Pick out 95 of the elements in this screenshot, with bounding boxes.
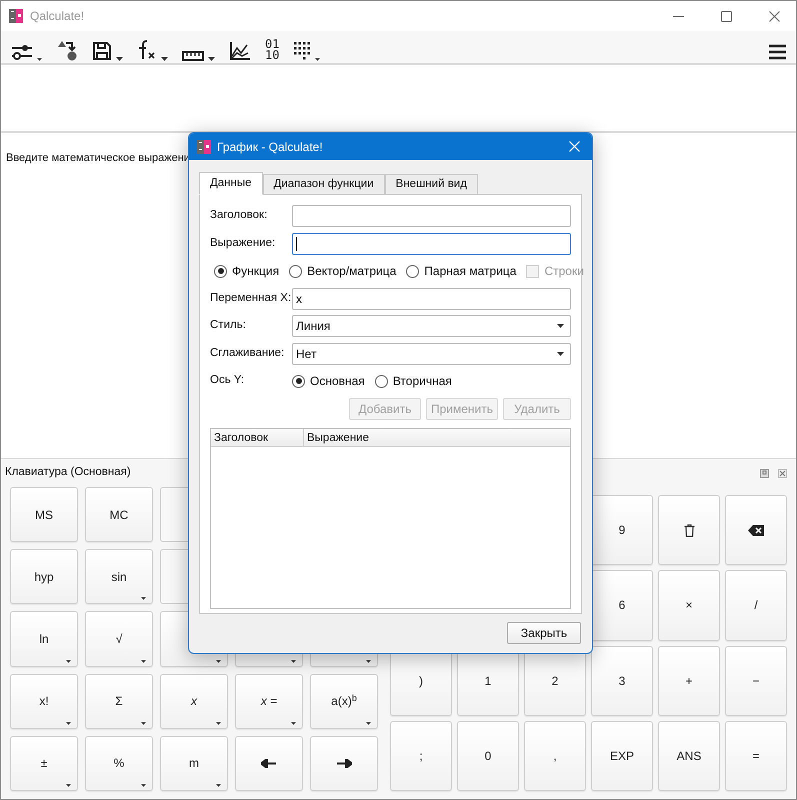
ruler-icon — [182, 51, 204, 61]
keypad-key[interactable]: × — [658, 570, 720, 640]
binary-digits-icon: 01 10 — [265, 39, 280, 61]
close-icon[interactable] — [778, 468, 787, 478]
menu-icon — [768, 43, 788, 61]
caret-icon — [216, 660, 221, 663]
keypad-key[interactable]: x! — [10, 674, 78, 729]
caret-icon — [291, 660, 296, 663]
caret-icon — [37, 58, 42, 61]
keypad-key[interactable]: √ — [85, 611, 153, 667]
caret-icon — [208, 57, 215, 61]
keypad-key[interactable]: = — [725, 720, 787, 791]
keypad-title: Клавиатура (Основная) — [5, 465, 132, 480]
keypad-key[interactable]: % — [85, 736, 153, 791]
field-label: Выражение: — [210, 236, 276, 251]
smoothing-dropdown[interactable]: Нет — [292, 342, 571, 364]
radio-button[interactable]: Функция — [214, 262, 280, 280]
window-title: Qalculate! — [30, 8, 86, 25]
expression-field[interactable] — [292, 232, 571, 254]
keypad-key[interactable]: hyp — [10, 549, 78, 604]
keypad-key[interactable]: / — [725, 570, 787, 640]
caret-icon — [557, 352, 564, 356]
dialog-button[interactable]: Закрыть — [507, 622, 581, 644]
tab[interactable]: Диапазон функции — [262, 174, 385, 194]
keypad-key[interactable]: x — [160, 674, 228, 729]
tab[interactable]: Данные — [199, 172, 263, 195]
caret-icon — [161, 57, 168, 61]
style-dropdown[interactable]: Линия — [292, 315, 571, 337]
convert-icon — [56, 39, 78, 61]
field-label: Переменная X: — [210, 290, 292, 306]
caret-icon — [216, 784, 221, 787]
caret-icon — [66, 784, 71, 787]
tab[interactable]: Внешний вид — [384, 174, 478, 194]
keypad-key[interactable]: x = — [235, 674, 303, 729]
keypad-key[interactable]: ANS — [658, 720, 720, 791]
left-arrow-icon — [261, 758, 277, 768]
caret-icon — [66, 722, 71, 725]
caret-icon — [366, 660, 371, 663]
keypad-key[interactable]: MS — [10, 487, 78, 542]
float-icon[interactable] — [760, 468, 769, 478]
maximize-icon[interactable] — [721, 10, 732, 22]
keypad-key[interactable]: sin — [85, 549, 153, 604]
caret-icon — [141, 784, 146, 787]
right-arrow-icon — [336, 758, 352, 768]
close-icon[interactable] — [769, 10, 780, 22]
caret-icon — [366, 722, 371, 725]
history-hint: Введите математическое выражени — [6, 152, 190, 164]
title-field[interactable] — [292, 205, 571, 227]
keypad-key[interactable]: ln — [10, 611, 78, 667]
caret-icon — [216, 722, 221, 725]
radio-button[interactable]: Основная — [292, 372, 365, 390]
line-chart-icon — [229, 41, 251, 61]
keypad-key[interactable]: a(x)$^{b}$ — [310, 674, 378, 729]
keypad-key[interactable]: Σ — [85, 674, 153, 729]
caret-icon — [315, 58, 320, 61]
toolbar-button[interactable]: 01 10 — [263, 33, 282, 61]
caret-icon — [141, 660, 146, 663]
radio-button[interactable]: Вектор/матрица — [289, 262, 396, 280]
column-header[interactable]: Выражение — [304, 429, 570, 446]
expression-input[interactable] — [1, 63, 796, 133]
keypad-key[interactable]: 0 — [457, 720, 519, 791]
dialog-title: График - Qalculate! — [217, 138, 324, 156]
keypad-dots-icon — [293, 41, 312, 61]
keypad-key[interactable] — [725, 495, 787, 566]
backspace-icon — [748, 524, 764, 536]
close-icon — [568, 141, 580, 152]
keypad-key[interactable]: , — [524, 720, 586, 791]
app-logo-icon — [197, 140, 211, 154]
keypad-key[interactable]: EXP — [591, 720, 653, 791]
field-label: Сглаживание: — [210, 346, 286, 361]
caret-icon — [66, 660, 71, 663]
caret-icon — [291, 722, 296, 725]
field-label: Стиль: — [210, 318, 247, 334]
keypad-key[interactable]: MC — [85, 487, 153, 542]
keypad-key[interactable]: 6 — [591, 570, 653, 640]
variable-field[interactable]: x — [292, 288, 571, 310]
caret-icon — [141, 722, 146, 725]
caret-icon — [557, 324, 564, 328]
column-header[interactable]: Заголовок — [211, 429, 304, 446]
field-label: Заголовок: — [210, 208, 268, 224]
radio-button[interactable]: Парная матрица — [406, 262, 516, 280]
app-logo-icon — [9, 9, 23, 23]
keypad-key[interactable]: ± — [10, 736, 78, 791]
keypad-key[interactable]: + — [658, 646, 720, 716]
radio-button[interactable]: Вторичная — [374, 372, 452, 390]
trash-icon — [684, 524, 694, 537]
keypad-key[interactable]: − — [725, 646, 787, 716]
caret-icon — [116, 57, 123, 61]
function-icon — [137, 39, 157, 61]
caret-icon — [141, 597, 146, 600]
keypad-key[interactable]: 3 — [591, 646, 653, 716]
keypad-key[interactable]: ; — [390, 720, 452, 791]
keypad-key[interactable]: m — [160, 736, 228, 791]
keypad-key[interactable]: 9 — [591, 495, 653, 566]
field-label: Ось Y: — [210, 373, 246, 388]
